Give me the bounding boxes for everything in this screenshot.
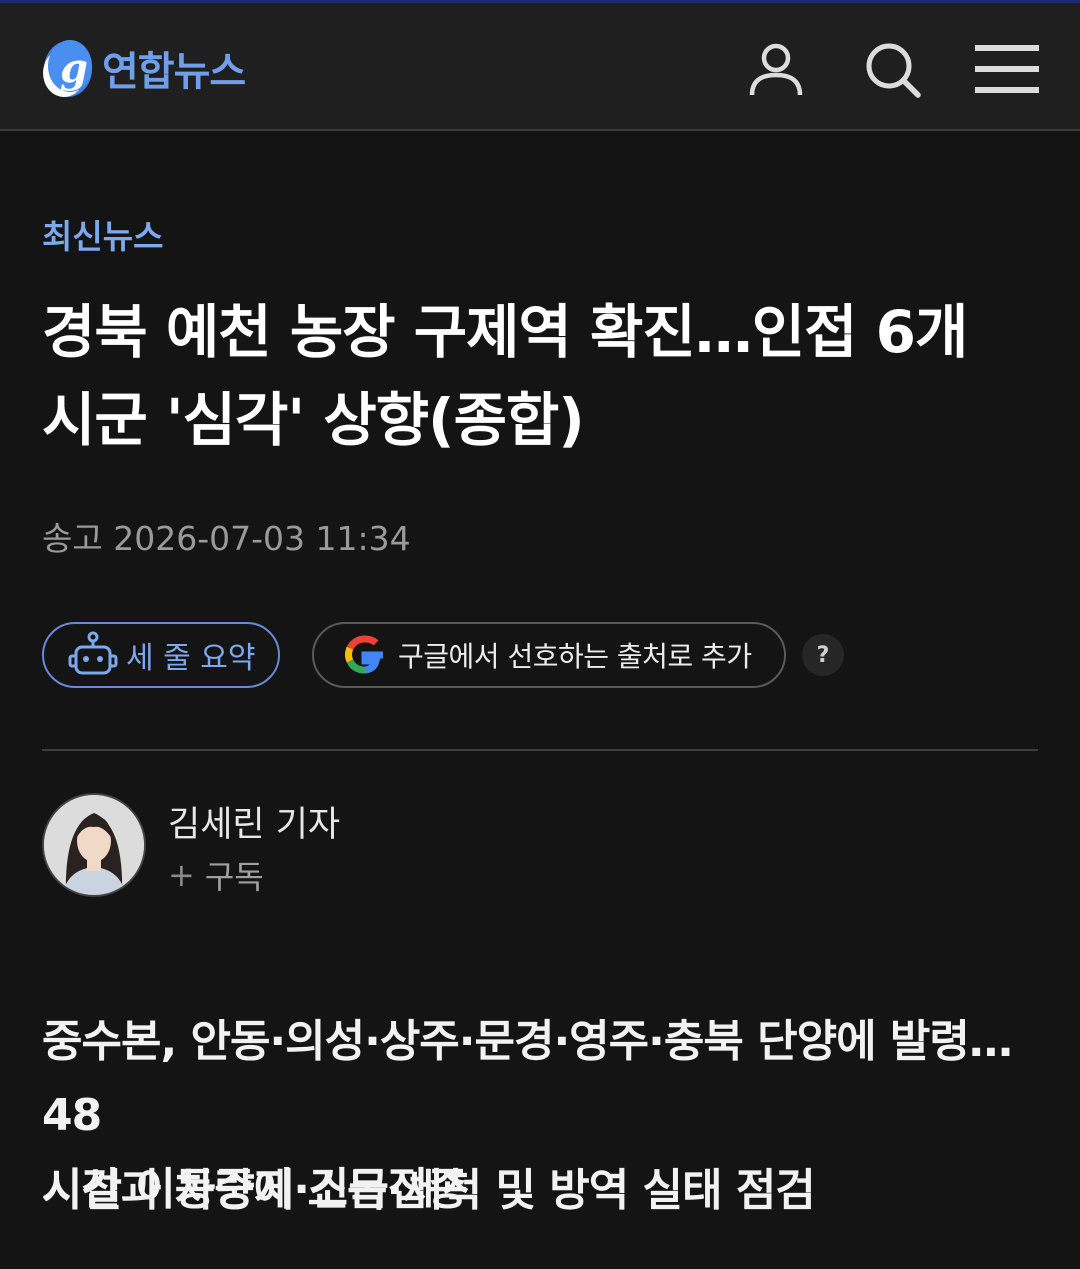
- user-button[interactable]: [746, 39, 806, 99]
- yonhap-logo-icon: g: [43, 40, 92, 97]
- search-button[interactable]: [862, 39, 922, 99]
- headline-line-1: 경북 예천 농장 구제역 확진…인접 6개: [42, 298, 968, 366]
- user-icon: [749, 43, 803, 96]
- logo-text: 연합뉴스: [102, 49, 246, 95]
- subscribe-label: 구독: [204, 858, 264, 896]
- search-icon: [866, 43, 921, 98]
- help-button[interactable]: ?: [802, 634, 844, 676]
- site-logo[interactable]: g 연합뉴스: [40, 33, 246, 103]
- robot-icon: [68, 631, 118, 675]
- article-subhead-2: 시설과 차량에 소독·세척 및 방역 실태 점검: [42, 1165, 816, 1216]
- three-line-summary-button[interactable]: 세 줄 요약: [42, 622, 280, 688]
- subscribe-button[interactable]: + 구독: [168, 852, 264, 898]
- plus-icon: +: [168, 856, 195, 894]
- section-divider: [42, 749, 1038, 751]
- menu-icon: [975, 45, 1039, 93]
- site-header: g 연합뉴스: [0, 3, 1080, 131]
- google-label: 구글에서 선호하는 출처로 추가: [398, 640, 752, 673]
- google-icon: [345, 635, 383, 674]
- category-label[interactable]: 최신뉴스: [42, 210, 163, 258]
- headline-line-2: 시군 '심각' 상향(종합): [42, 386, 585, 454]
- reporter-avatar[interactable]: [42, 793, 146, 897]
- publish-dateline: 송고 2026-07-03 11:34: [42, 519, 411, 558]
- reporter-name[interactable]: 김세린 기자: [168, 796, 340, 847]
- google-preferred-source-button[interactable]: 구글에서 선호하는 출처로 추가: [312, 622, 786, 688]
- svg-text:g: g: [60, 45, 88, 92]
- summary-label: 세 줄 요약: [126, 641, 256, 676]
- reporter-photo: [44, 795, 144, 895]
- article-headline: 경북 예천 농장 구제역 확진…인접 6개 시군 '심각' 상향(종합): [42, 288, 1042, 464]
- subhead-1-line-1: 중수본, 안동·의성·상주·문경·영주·충북 단양에 발령…48: [42, 1016, 1013, 1141]
- menu-button[interactable]: [974, 39, 1040, 99]
